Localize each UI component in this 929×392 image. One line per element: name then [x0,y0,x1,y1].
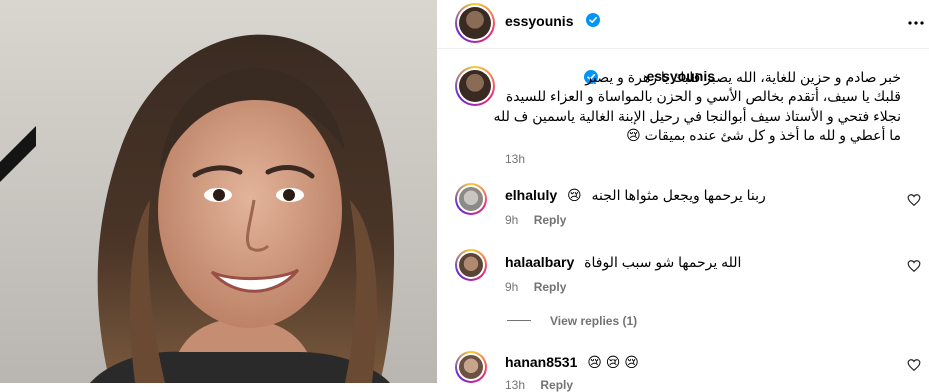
verified-badge-icon [586,13,600,27]
like-heart-icon[interactable] [907,259,921,273]
comment-row: halaalbary الله يرحمها شو سبب الوفاة [505,254,805,271]
more-options-icon[interactable] [907,14,925,32]
comment-username[interactable]: elhaluly [505,187,557,203]
post-caption: خبر صادم و حزين للغاية، الله يصبر قلبك ي… [455,68,901,88]
portrait-image [0,0,437,383]
comment-username[interactable]: hanan8531 [505,354,577,370]
comment-meta: 9h Reply [505,213,566,227]
comment-meta: 9h Reply [505,280,566,294]
post-header: essyounis [437,0,929,49]
comment-username[interactable]: halaalbary [505,254,574,270]
caption-line: ما أعطي و لله ما أخذ و كل شئ عنده بميقات [644,127,901,143]
comment-avatar[interactable] [455,351,487,383]
comment-time: 9h [505,213,519,227]
view-replies-line [507,320,531,321]
comment-text: الله يرحمها شو سبب الوفاة [584,254,742,270]
caption-time: 13h [505,152,526,166]
reply-button[interactable]: Reply [540,378,573,392]
like-heart-icon[interactable] [907,358,921,372]
caption-last-line: ما أعطي و لله ما أخذ و كل شئ عنده بميقات… [455,126,901,146]
reply-button[interactable]: Reply [534,213,567,227]
comment-time: 13h [505,378,526,392]
post-panel: essyounis essyounis خبر صادم و حزين للغا… [437,0,929,392]
caption-body: قلبك يا سيف، أتقدم بخالص الأسي و الحزن ب… [455,87,901,146]
caption-line: خبر صادم و حزين للغاية، الله يصبر قلبك ي… [585,69,901,85]
author-username[interactable]: essyounis [505,13,573,29]
caption-line: نجلاء فتحي و الأستاذ سيف أبوالنجا في رحي… [493,107,901,124]
comment-time: 9h [505,280,519,294]
post-photo [0,0,437,383]
like-heart-icon[interactable] [907,193,921,207]
comment-emoji: 😢 [567,187,582,203]
reply-button[interactable]: Reply [534,280,567,294]
view-replies-button[interactable]: View replies (1) [550,314,637,328]
comment-emoji: 😢 😢 😢 [587,354,639,370]
caption-emoji: 😢 [626,127,641,143]
comment-text: ربنا يرحمها ويجعل مثواها الجنه [591,187,766,203]
comment-meta: 13h Reply [505,378,573,392]
comment-row: elhaluly 😢 ربنا يرحمها ويجعل مثواها الجن… [505,187,805,204]
comment-avatar[interactable] [455,249,487,281]
comment-row: hanan8531 😢 😢 😢 [505,354,805,371]
caption-line: قلبك يا سيف، أتقدم بخالص الأسي و الحزن ب… [505,88,901,104]
comment-avatar[interactable] [455,183,487,215]
author-avatar[interactable] [455,3,495,43]
